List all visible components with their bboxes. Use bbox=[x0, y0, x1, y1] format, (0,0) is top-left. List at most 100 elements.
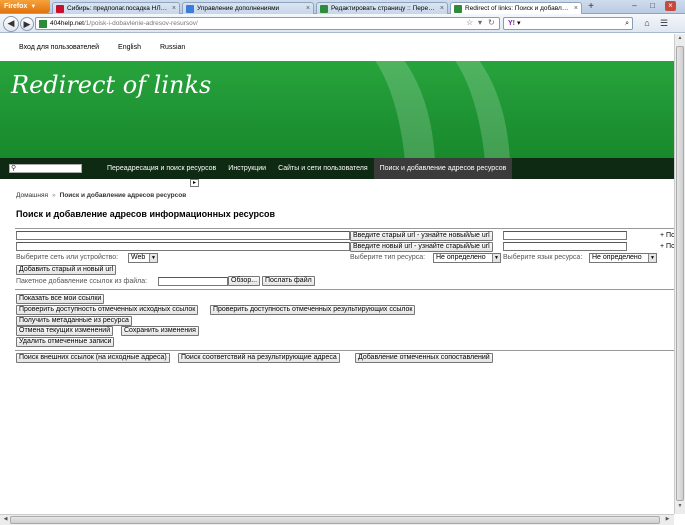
add-matches-button[interactable]: Добавление отмеченных сопоставлений bbox=[355, 353, 493, 363]
resource-lang-label: Выберите язык ресурса: bbox=[503, 254, 583, 261]
chevron-down-icon: ▼ bbox=[30, 3, 37, 10]
breadcrumb-separator: » bbox=[52, 192, 56, 199]
batch-upload-label: Пакетное добавление ссылок из файла: bbox=[16, 278, 148, 285]
address-bar[interactable]: 404help.net /1/poisk-i-dobavlenie-adreso… bbox=[35, 17, 500, 30]
old-url-result-input[interactable] bbox=[503, 231, 627, 240]
browser-tab-active[interactable]: Redirect of links: Поиск и добавление ад… bbox=[450, 2, 582, 14]
close-icon[interactable]: × bbox=[172, 5, 176, 12]
site-favicon-icon bbox=[320, 4, 328, 13]
get-metadata-button[interactable]: Получить метаданные из ресурса bbox=[16, 316, 132, 326]
show-all-links-button[interactable]: Показать все мои ссылки bbox=[16, 294, 105, 304]
new-url-button[interactable]: Введите новый url - узнайте старый/ые ur… bbox=[350, 242, 493, 252]
check-result-links-button[interactable]: Проверить доступность отмеченных результ… bbox=[210, 305, 416, 315]
file-path-input[interactable] bbox=[158, 277, 228, 286]
horizontal-scroll-thumb[interactable] bbox=[10, 516, 660, 524]
breadcrumb-home[interactable]: Домашняя bbox=[16, 192, 48, 199]
browser-tab[interactable]: Сибирь: предполаг.посадка НЛО в Ус... × bbox=[52, 2, 180, 14]
plus-link-2[interactable]: + По bbox=[660, 243, 675, 250]
add-old-new-url-button[interactable]: Добавить старый и новый url bbox=[16, 265, 117, 275]
network-select[interactable]: Web ▼ bbox=[128, 253, 158, 263]
delete-selected-button[interactable]: Удалить отмеченные записи bbox=[16, 337, 115, 347]
chevron-down-icon: ▼ bbox=[492, 254, 500, 262]
network-select-value: Web bbox=[131, 254, 146, 261]
russian-link[interactable]: Russian bbox=[160, 44, 185, 51]
menu-item-instructions[interactable]: Инструкции bbox=[222, 158, 272, 179]
maximize-icon[interactable]: □ bbox=[647, 1, 658, 11]
browser-tab[interactable]: Управление дополнениями × bbox=[182, 2, 314, 14]
resource-type-select[interactable]: Не определено ▼ bbox=[433, 253, 501, 263]
resource-lang-select[interactable]: Не определено ▼ bbox=[589, 253, 657, 263]
vertical-scrollbar[interactable]: ▲ ▼ bbox=[674, 34, 685, 514]
user-links-bar: Вход для пользователей English Russian bbox=[0, 34, 680, 61]
browser-tab[interactable]: Редактировать страницу :: Переадрес... × bbox=[316, 2, 448, 14]
search-matches-button[interactable]: Поиск соответствий на результирующие адр… bbox=[178, 353, 340, 363]
divider bbox=[15, 228, 685, 229]
scroll-right-icon[interactable]: ▶ bbox=[663, 516, 672, 524]
menu-item-user-sites[interactable]: Сайты и сети пользователя bbox=[272, 158, 374, 179]
scroll-up-icon[interactable]: ▲ bbox=[676, 35, 684, 44]
search-icon[interactable]: ⌕ bbox=[625, 18, 629, 29]
check-source-links-button[interactable]: Проверить доступность отмеченных исходны… bbox=[16, 305, 199, 315]
vertical-scroll-thumb[interactable] bbox=[676, 46, 684, 501]
main-menu: ⚲ Переадресация и поиск ресурсов Инструк… bbox=[0, 158, 680, 187]
tab-label: Redirect of links: Поиск и добавление ад… bbox=[465, 5, 572, 12]
site-favicon-icon bbox=[454, 4, 462, 13]
divider bbox=[15, 350, 685, 351]
bookmark-star-icon[interactable]: ☆ bbox=[466, 18, 473, 27]
old-url-input[interactable] bbox=[16, 231, 350, 240]
back-arrow-icon[interactable]: ◀ bbox=[3, 16, 19, 32]
site-search-input[interactable]: ⚲ bbox=[9, 164, 82, 173]
breadcrumb: Домашняя » Поиск и добавление адресов ресу… bbox=[16, 192, 680, 199]
browse-button[interactable]: Обзор... bbox=[228, 276, 261, 286]
scroll-left-icon[interactable]: ◀ bbox=[1, 516, 10, 524]
browser-nav-bar: ◀ ▶ 404help.net /1/poisk-i-dobavlenie-ad… bbox=[0, 14, 685, 33]
forward-arrow-icon[interactable]: ▶ bbox=[20, 17, 34, 31]
old-url-button[interactable]: Введите старый url - узнайте новый/ые ur… bbox=[350, 231, 493, 241]
resource-type-value: Не определено bbox=[436, 254, 486, 261]
menu-icon[interactable]: ☰ bbox=[658, 18, 670, 29]
banner-logo-watermark bbox=[375, 61, 510, 158]
resource-lang-value: Не определено bbox=[592, 254, 642, 261]
dropdown-arrow-icon[interactable]: ▾ bbox=[478, 18, 482, 27]
search-icon: ⚲ bbox=[11, 165, 17, 172]
plus-link-1[interactable]: + По bbox=[660, 232, 675, 239]
chevron-down-icon: ▼ bbox=[648, 254, 656, 262]
site-identity-icon bbox=[39, 19, 47, 28]
menu-item-redirect[interactable]: Переадресация и поиск ресурсов bbox=[101, 158, 222, 179]
home-icon[interactable]: ⌂ bbox=[641, 18, 653, 29]
chevron-down-icon: ▼ bbox=[149, 254, 157, 262]
minimize-icon[interactable]: – bbox=[629, 1, 640, 11]
search-bar[interactable]: Y! ▾ ⌕ bbox=[503, 17, 633, 30]
firefox-menu-button[interactable]: Firefox ▼ bbox=[0, 0, 50, 13]
divider bbox=[15, 289, 685, 290]
addons-favicon-icon bbox=[186, 4, 194, 13]
tab-label: Управление дополнениями bbox=[197, 5, 280, 12]
horizontal-scrollbar[interactable]: ◀ ▶ bbox=[0, 514, 674, 525]
scroll-down-icon[interactable]: ▼ bbox=[676, 503, 684, 512]
menu-expand-icon[interactable]: ▸ bbox=[190, 179, 199, 187]
send-file-button[interactable]: Послать файл bbox=[262, 276, 315, 286]
page-title: Поиск и добавление адресов информационны… bbox=[16, 209, 276, 219]
close-window-icon[interactable]: × bbox=[665, 1, 676, 11]
new-url-result-input[interactable] bbox=[503, 242, 627, 251]
login-link[interactable]: Вход для пользователей bbox=[19, 44, 99, 51]
search-external-links-button[interactable]: Поиск внешних ссылок (на исходные адреса… bbox=[16, 353, 170, 363]
close-icon[interactable]: × bbox=[574, 5, 578, 12]
network-label: Выберите сеть или устройство: bbox=[16, 254, 119, 261]
site-title: Redirect of links bbox=[11, 71, 212, 99]
english-link[interactable]: English bbox=[118, 44, 141, 51]
close-icon[interactable]: × bbox=[440, 5, 444, 12]
menu-item-search-add[interactable]: Поиск и добавление адресов ресурсов bbox=[373, 158, 513, 179]
reload-icon[interactable]: ↻ bbox=[488, 18, 495, 27]
close-icon[interactable]: × bbox=[306, 5, 310, 12]
new-tab-button[interactable]: + bbox=[584, 2, 598, 13]
site-banner: Redirect of links bbox=[0, 61, 680, 158]
new-url-input[interactable] bbox=[16, 242, 350, 251]
cancel-changes-button[interactable]: Отмена текущих изменений bbox=[16, 326, 114, 336]
breadcrumb-current: Поиск и добавление адресов ресурсов bbox=[59, 192, 187, 199]
menu-items: Переадресация и поиск ресурсов Инструкци… bbox=[101, 158, 513, 179]
browser-tab-bar: Firefox ▼ Сибирь: предполаг.посадка НЛО … bbox=[0, 0, 685, 14]
resource-type-label: Выберите тип ресурса: bbox=[350, 254, 426, 261]
search-engine-dropdown-icon[interactable]: ▾ bbox=[517, 20, 521, 27]
save-changes-button[interactable]: Сохранить изменения bbox=[121, 326, 199, 336]
